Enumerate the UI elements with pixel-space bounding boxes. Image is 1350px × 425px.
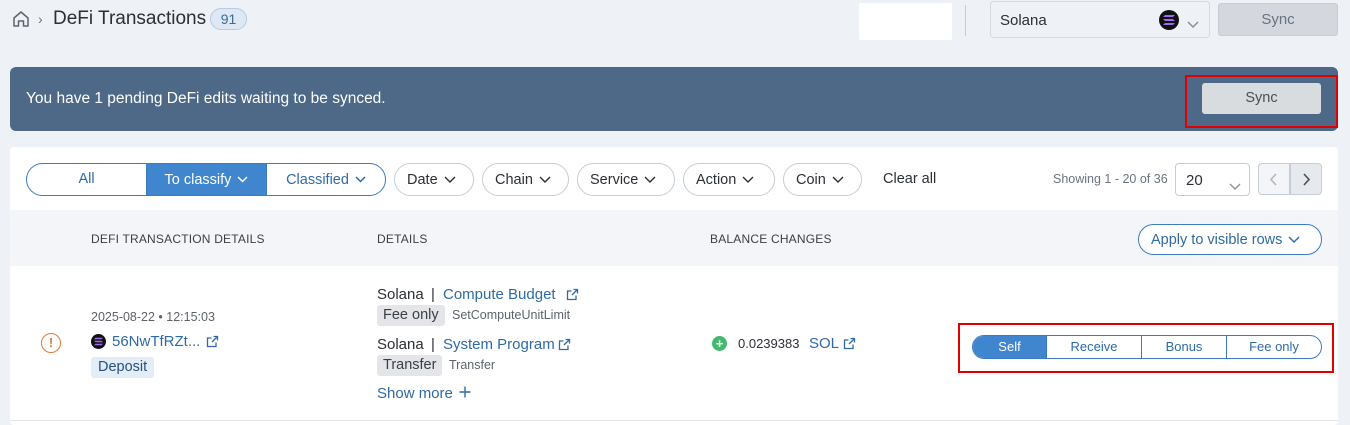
chain-select-value: Solana (1000, 12, 1047, 29)
chevron-down-icon (1288, 225, 1300, 254)
chain-filter-label: Chain (495, 172, 533, 188)
show-more-link[interactable]: Show more (377, 385, 471, 402)
banner-message: You have 1 pending DeFi edits waiting to… (26, 90, 386, 107)
transaction-type-badge: Deposit (91, 357, 155, 378)
plus-icon (459, 385, 471, 402)
transaction-hash-link[interactable]: 56NwTfRZt... (112, 333, 200, 350)
detail-tag: Fee only (377, 305, 445, 326)
chevron-down-icon (237, 164, 248, 195)
row-divider (10, 420, 1338, 421)
header-divider (965, 5, 966, 36)
column-header-details: DETAILS (377, 232, 428, 246)
tab-classified-label: Classified (286, 172, 349, 188)
column-header-balance-changes: BALANCE CHANGES (710, 232, 832, 246)
chain-filter[interactable]: Chain (482, 163, 569, 196)
detail-chain: Solana (377, 336, 424, 353)
next-page-button[interactable] (1290, 163, 1322, 195)
home-icon[interactable] (11, 9, 31, 29)
balance-coin-link[interactable]: SOL (809, 335, 839, 352)
apply-button-label: Apply to visible rows (1151, 232, 1283, 248)
solana-logo-icon (91, 334, 106, 349)
balance-increase-icon: + (712, 336, 727, 351)
action-filter[interactable]: Action (683, 163, 775, 196)
coin-filter-label: Coin (796, 172, 826, 188)
balance-amount: 0.0239383 (738, 336, 800, 351)
date-filter[interactable]: Date (394, 163, 474, 196)
tab-to-classify-label: To classify (164, 172, 232, 188)
chevron-down-icon (644, 164, 656, 195)
external-link-icon[interactable] (206, 335, 219, 353)
chevron-down-icon (444, 164, 456, 195)
blank-panel (859, 3, 952, 40)
show-more-label: Show more (377, 385, 453, 402)
external-link-icon[interactable] (558, 338, 571, 356)
coin-filter[interactable]: Coin (783, 163, 862, 196)
chevron-down-icon (355, 164, 366, 195)
tab-classified[interactable]: Classified (266, 164, 385, 195)
page-title: DeFi Transactions (53, 8, 207, 29)
breadcrumb-separator-icon: › (38, 11, 43, 27)
sync-button-highlight (1185, 75, 1338, 128)
chain-select[interactable]: Solana (990, 1, 1210, 38)
transaction-count-badge: 91 (210, 8, 247, 30)
clear-all-link[interactable]: Clear all (883, 171, 936, 187)
date-filter-label: Date (407, 172, 438, 188)
column-header-transaction-details: DEFI TRANSACTION DETAILS (91, 232, 265, 246)
chevron-down-icon (742, 164, 754, 195)
page-header: › DeFi Transactions 91 Solana Sync (0, 0, 1350, 44)
detail-service-link[interactable]: Compute Budget (443, 286, 556, 303)
classification-tabs: All To classify Classified (26, 163, 386, 196)
detail-chain: Solana (377, 286, 424, 303)
classification-highlight (958, 323, 1334, 373)
pending-edits-banner: You have 1 pending DeFi edits waiting to… (10, 67, 1338, 131)
tab-to-classify[interactable]: To classify (146, 164, 266, 195)
detail-service-link[interactable]: System Program (443, 336, 555, 353)
external-link-icon[interactable] (566, 288, 579, 306)
detail-separator: | (431, 286, 435, 303)
per-page-value: 20 (1186, 172, 1203, 189)
detail-separator: | (431, 336, 435, 353)
external-link-icon[interactable] (843, 337, 856, 355)
chevron-down-icon (1229, 177, 1241, 195)
per-page-select[interactable]: 20 (1175, 163, 1250, 196)
service-filter[interactable]: Service (577, 163, 675, 196)
pagination-summary: Showing 1 - 20 of 36 (1053, 172, 1168, 186)
previous-page-button[interactable] (1258, 163, 1290, 195)
action-filter-label: Action (696, 172, 737, 188)
header-sync-button[interactable]: Sync (1218, 3, 1338, 36)
apply-to-visible-rows-button[interactable]: Apply to visible rows (1138, 224, 1322, 255)
warning-icon: ! (41, 333, 61, 353)
chevron-down-icon (1187, 16, 1199, 34)
transaction-timestamp: 2025-08-22 • 12:15:03 (91, 310, 215, 324)
detail-instruction: Transfer (449, 358, 496, 372)
tab-all[interactable]: All (27, 164, 146, 195)
detail-instruction: SetComputeUnitLimit (452, 308, 571, 322)
service-filter-label: Service (590, 172, 639, 188)
detail-tag: Transfer (377, 355, 443, 376)
chevron-down-icon (832, 164, 844, 195)
solana-logo-icon (1159, 10, 1179, 30)
chevron-down-icon (539, 164, 551, 195)
